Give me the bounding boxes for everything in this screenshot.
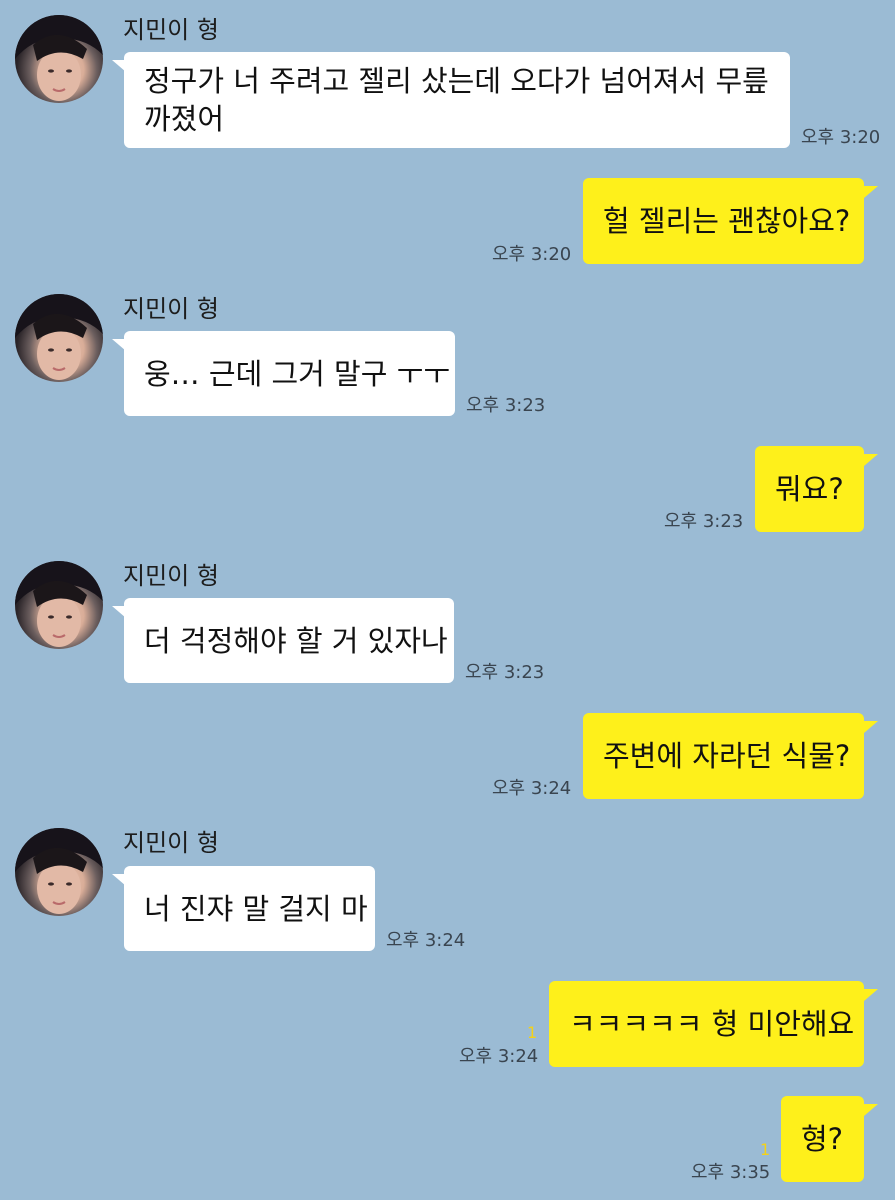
message-bubble-incoming[interactable]: 웅… 근데 그거 말구 ㅜㅜ bbox=[124, 331, 455, 416]
message-bubble-outgoing[interactable]: 형? bbox=[781, 1096, 864, 1182]
sender-name: 지민이 형 bbox=[123, 562, 219, 590]
message-bubble-incoming[interactable]: 더 걱정해야 할 거 있자나 bbox=[124, 598, 454, 683]
bubble-tail bbox=[864, 1104, 878, 1116]
message-time: 오후 3:23 bbox=[465, 662, 545, 683]
sender-name: 지민이 형 bbox=[123, 295, 219, 323]
avatar-photo-icon bbox=[15, 561, 103, 647]
message-time: 오후 3:24 bbox=[386, 930, 466, 951]
sender-name: 지민이 형 bbox=[123, 16, 219, 44]
unread-count: 1 bbox=[527, 1023, 538, 1042]
message-time: 오후 3:24 bbox=[459, 1046, 539, 1067]
bubble-tail bbox=[864, 721, 878, 733]
message-time: 오후 3:24 bbox=[492, 778, 572, 799]
message-bubble-incoming[interactable]: 정구가 너 주려고 젤리 샀는데 오다가 넘어져서 무릎 까졌어 bbox=[124, 52, 790, 148]
avatar-photo-icon bbox=[15, 294, 103, 380]
bubble-tail bbox=[864, 454, 878, 466]
chat-area[interactable]: 지민이 형 정구가 너 주려고 젤리 샀는데 오다가 넘어져서 무릎 까졌어 오… bbox=[0, 0, 895, 1200]
message-bubble-outgoing[interactable]: 헐 젤리는 괜찮아요? bbox=[583, 178, 864, 264]
message-time: 오후 3:23 bbox=[466, 395, 546, 416]
message-time: 오후 3:23 bbox=[664, 511, 744, 532]
avatar[interactable] bbox=[15, 15, 103, 103]
avatar[interactable] bbox=[15, 561, 103, 649]
bubble-tail bbox=[864, 186, 878, 198]
unread-count: 1 bbox=[760, 1140, 771, 1159]
avatar[interactable] bbox=[15, 828, 103, 916]
sender-name: 지민이 형 bbox=[123, 829, 219, 857]
message-bubble-outgoing[interactable]: 주변에 자라던 식물? bbox=[583, 713, 864, 799]
avatar[interactable] bbox=[15, 294, 103, 382]
message-time: 오후 3:20 bbox=[801, 127, 881, 148]
message-bubble-incoming[interactable]: 너 진쟈 말 걸지 마 bbox=[124, 866, 375, 951]
message-time: 오후 3:20 bbox=[492, 244, 572, 265]
avatar-photo-icon bbox=[15, 828, 103, 914]
message-time: 오후 3:35 bbox=[691, 1162, 771, 1183]
message-bubble-outgoing[interactable]: ㅋㅋㅋㅋㅋ 형 미안해요 bbox=[549, 981, 864, 1067]
avatar-photo-icon bbox=[15, 15, 103, 101]
message-bubble-outgoing[interactable]: 뭐요? bbox=[755, 446, 864, 532]
bubble-tail bbox=[864, 989, 878, 1001]
